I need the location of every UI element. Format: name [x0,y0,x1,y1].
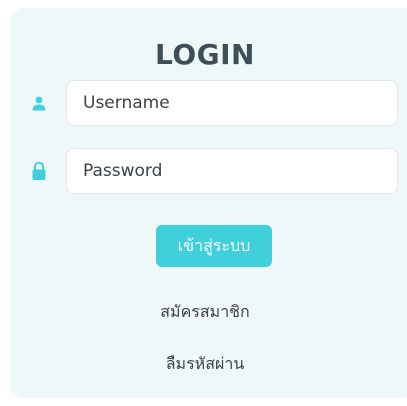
username-row [28,80,398,126]
login-title: LOGIN [155,38,255,71]
login-button[interactable]: เข้าสู่ระบบ [156,225,272,267]
user-icon [28,92,50,114]
username-input[interactable] [66,80,398,126]
password-input[interactable] [66,148,398,194]
forgot-password-link[interactable]: ลืมรหัสผ่าน [10,352,400,377]
lock-icon [28,160,50,182]
register-link[interactable]: สมัครสมาชิก [10,300,400,325]
password-row [28,148,398,194]
login-panel: LOGIN เข้าสู่ระบบ สมัครสมาชิก ลืมรหัสผ่า… [10,8,407,398]
